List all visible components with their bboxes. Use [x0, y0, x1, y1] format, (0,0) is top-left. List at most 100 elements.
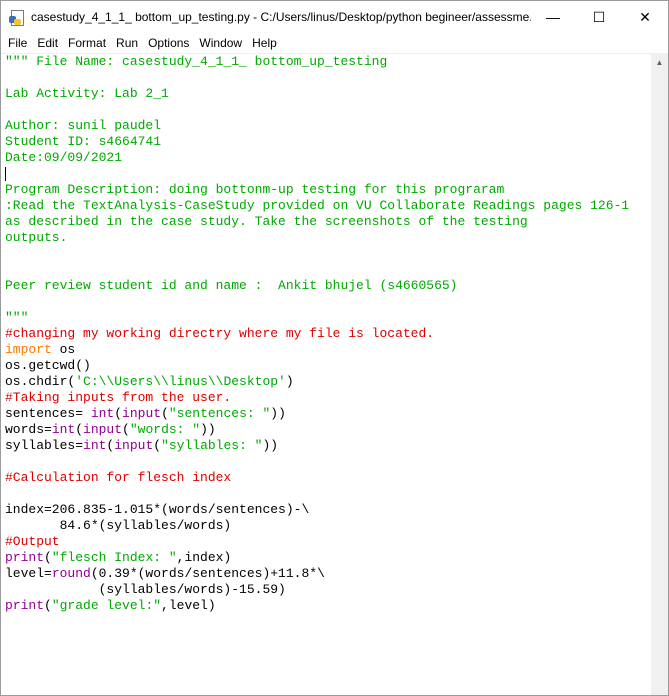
code-line: sentences= int(input("sentences: ")) — [5, 406, 651, 422]
code-token: os.getcwd() — [5, 358, 91, 373]
code-line — [5, 166, 651, 182]
code-line: print("flesch Index: ",index) — [5, 550, 651, 566]
code-token: #Output — [5, 534, 60, 549]
code-token: import — [5, 342, 52, 357]
code-token: "syllables: " — [161, 438, 263, 453]
menu-help[interactable]: Help — [247, 36, 282, 50]
code-token: os — [51, 342, 76, 357]
code-token: os.chdir( — [5, 374, 76, 389]
code-line: Date:09/09/2021 — [5, 150, 651, 166]
code-line: syllables=int(input("syllables: ")) — [5, 438, 651, 454]
code-token: int — [90, 406, 115, 421]
code-token: print — [5, 550, 45, 565]
code-line: Author: sunil paudel — [5, 118, 651, 134]
minimize-button[interactable]: — — [530, 1, 576, 33]
code-line: outputs. — [5, 230, 651, 246]
code-token: syllables= — [5, 438, 84, 453]
code-line: Student ID: s4664741 — [5, 134, 651, 150]
code-token: Author: sunil paudel — [5, 118, 162, 133]
code-line: """ File Name: casestudy_4_1_1_ bottom_u… — [5, 54, 651, 70]
code-line: #Output — [5, 534, 651, 550]
code-token: :Read the TextAnalysis-CaseStudy provide… — [5, 198, 630, 213]
code-token: ( — [153, 438, 162, 453]
code-line: Program Description: doing bottonm-up te… — [5, 182, 651, 198]
menu-window[interactable]: Window — [194, 36, 247, 50]
menu-run[interactable]: Run — [111, 36, 143, 50]
window-title: casestudy_4_1_1_ bottom_up_testing.py - … — [31, 10, 531, 24]
maximize-button[interactable]: ☐ — [576, 1, 622, 33]
code-line: words=int(input("words: ")) — [5, 422, 651, 438]
code-token: int — [83, 438, 107, 453]
code-line: as described in the case study. Take the… — [5, 214, 651, 230]
code-token: ) — [285, 374, 294, 389]
code-token: "flesch Index: " — [51, 550, 177, 565]
code-token: ( — [161, 406, 169, 421]
code-token: ( — [44, 598, 52, 613]
code-token: 84.6*(syllables/words) — [5, 518, 232, 533]
code-token: ,index) — [176, 550, 232, 565]
code-token: ,level) — [161, 598, 216, 613]
code-token: (syllables/words)-15.59) — [5, 582, 286, 597]
code-token: ( — [122, 422, 130, 437]
code-token: )) — [200, 422, 216, 437]
menu-edit[interactable]: Edit — [32, 36, 63, 50]
python-file-icon — [9, 9, 25, 26]
code-token: ( — [75, 422, 84, 437]
code-token: ( — [44, 550, 52, 565]
code-token: Date:09/09/2021 — [5, 150, 123, 165]
code-line: index=206.835-1.015*(words/sentences)-\ — [5, 502, 651, 518]
code-token: sentences= — [5, 406, 91, 421]
code-token: index=206.835-1.015*(words/sentences)-\ — [5, 502, 310, 517]
code-line: #Taking inputs from the user. — [5, 390, 651, 406]
code-editor[interactable]: """ File Name: casestudy_4_1_1_ bottom_u… — [1, 54, 651, 695]
code-token: as described in the case study. Take the… — [5, 214, 528, 229]
code-token: )) — [262, 438, 279, 453]
code-line: print("grade level:",level) — [5, 598, 651, 614]
code-token: Lab Activity: Lab 2_1 — [5, 86, 169, 101]
code-line: (syllables/words)-15.59) — [5, 582, 651, 598]
code-token: """ — [5, 310, 29, 325]
code-token: level= — [5, 566, 52, 581]
code-line: import os — [5, 342, 651, 358]
window-controls: — ☐ ✕ — [530, 1, 668, 33]
code-line: """ — [5, 310, 651, 326]
code-line: os.getcwd() — [5, 358, 651, 374]
menu-format[interactable]: Format — [63, 36, 111, 50]
vertical-scrollbar[interactable]: ▲ — [651, 54, 668, 695]
code-line: 84.6*(syllables/words) — [5, 518, 651, 534]
idle-window: casestudy_4_1_1_ bottom_up_testing.py - … — [0, 0, 669, 696]
code-token: round — [51, 566, 91, 581]
code-token: Program Description: doing bottonm-up te… — [5, 182, 505, 197]
code-token: input — [122, 406, 162, 421]
scroll-up-arrow-icon[interactable]: ▲ — [651, 54, 668, 71]
menu-options[interactable]: Options — [143, 36, 194, 50]
code-token: print — [5, 598, 45, 613]
code-token: Student ID: s4664741 — [5, 134, 162, 149]
code-token: input — [114, 438, 154, 453]
code-token: )) — [270, 406, 286, 421]
code-token: "grade level:" — [51, 598, 162, 613]
code-token: """ File Name: casestudy_4_1_1_ bottom_u… — [5, 54, 388, 69]
code-line: os.chdir('C:\\Users\\linus\\Desktop') — [5, 374, 651, 390]
menu-file[interactable]: File — [3, 36, 32, 50]
editor-area: """ File Name: casestudy_4_1_1_ bottom_u… — [1, 54, 668, 695]
code-line: Peer review student id and name : Ankit … — [5, 278, 651, 294]
code-token: #changing my working directry where my f… — [5, 326, 435, 341]
code-line: :Read the TextAnalysis-CaseStudy provide… — [5, 198, 651, 214]
menu-bar: File Edit Format Run Options Window Help — [1, 33, 668, 54]
code-token: "sentences: " — [168, 406, 271, 421]
code-token: Peer review student id and name : Ankit … — [5, 278, 458, 293]
code-token: int — [51, 422, 76, 437]
code-token: words= — [5, 422, 52, 437]
code-token: "words: " — [129, 422, 201, 437]
close-button[interactable]: ✕ — [622, 1, 668, 33]
code-token: ( — [114, 406, 123, 421]
title-bar[interactable]: casestudy_4_1_1_ bottom_up_testing.py - … — [1, 1, 668, 33]
text-caret — [5, 166, 6, 181]
code-token: outputs. — [5, 230, 68, 245]
